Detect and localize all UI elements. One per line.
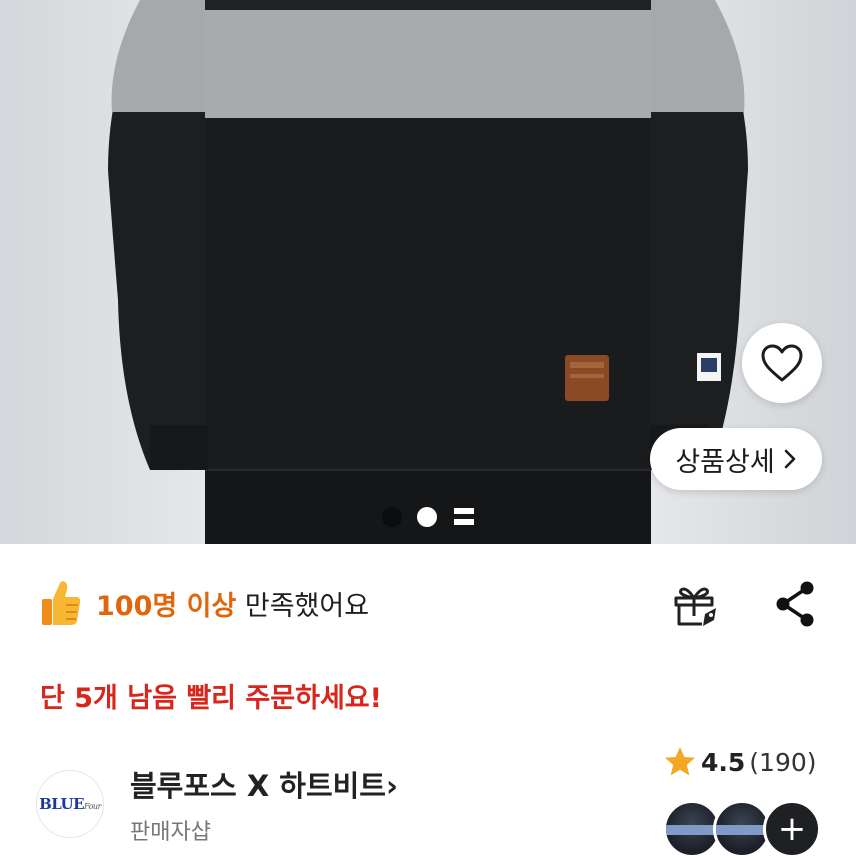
- product-detail-button[interactable]: 상품상세: [650, 428, 822, 490]
- pager-grid-icon[interactable]: [454, 508, 474, 525]
- product-image[interactable]: 상품상세: [0, 0, 856, 544]
- satisfaction-row: 100명 이상 만족했어요: [40, 575, 369, 631]
- share-icon[interactable]: [770, 578, 822, 630]
- seller-type: 판매자샵: [130, 820, 211, 845]
- gift-icon[interactable]: [668, 578, 720, 630]
- satisfaction-label: 만족했어요: [236, 590, 370, 622]
- rating-score: 4.5: [701, 747, 746, 777]
- more-reviews-button[interactable]: +: [763, 800, 821, 856]
- heart-icon: [761, 344, 803, 382]
- seller-logo-text: BLUE: [39, 795, 84, 813]
- chevron-right-icon: ›: [386, 769, 398, 803]
- rating-summary[interactable]: 4.5 (190): [663, 745, 817, 779]
- stock-alert: 단 5개 남음 빨리 주문하세요!: [40, 683, 382, 714]
- seller-logo-script: Four: [84, 802, 101, 811]
- seller-name: 블루포스 X 하트비트: [130, 769, 386, 803]
- star-icon: [665, 747, 695, 776]
- plus-icon: +: [777, 809, 807, 849]
- review-photos[interactable]: +: [663, 800, 823, 856]
- thumbs-up-icon: [42, 581, 81, 625]
- seller-name-link[interactable]: 블루포스 X 하트비트›: [130, 763, 398, 805]
- rating-count: (190): [749, 747, 817, 777]
- wishlist-button[interactable]: [742, 323, 822, 403]
- chevron-right-icon: [784, 449, 795, 469]
- pager-dot[interactable]: [382, 507, 402, 527]
- product-detail-label: 상품상세: [675, 446, 775, 478]
- satisfaction-count: 100명 이상: [96, 590, 237, 622]
- pager-dot-active[interactable]: [417, 507, 437, 527]
- seller-logo[interactable]: BLUEFour: [36, 770, 104, 838]
- image-pager[interactable]: [380, 505, 480, 529]
